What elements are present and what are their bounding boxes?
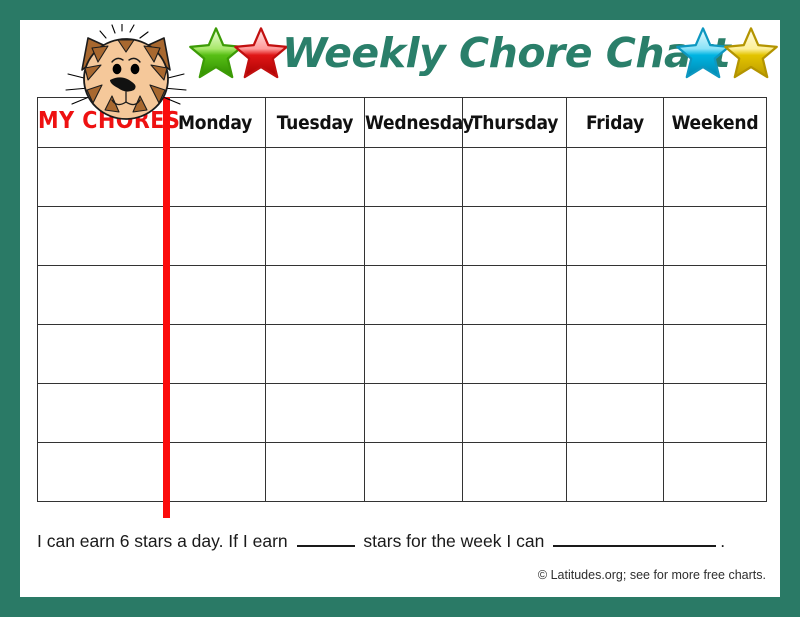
chore-day-cell[interactable] [663,383,767,443]
chore-day-cell[interactable] [364,265,463,325]
chart-sheet: Weekly Chore Chart MY CHORES Monday Tues… [20,20,780,597]
chore-name-cell[interactable] [37,383,165,443]
chore-day-cell[interactable] [164,442,266,502]
table-row [37,206,767,266]
chore-name-cell[interactable] [37,147,165,207]
chore-day-cell[interactable] [364,206,463,266]
chore-name-cell[interactable] [37,265,165,325]
chore-day-cell[interactable] [462,324,567,384]
chore-day-cell[interactable] [566,324,664,384]
chore-day-cell[interactable] [566,265,664,325]
stars-count-blank[interactable] [296,530,355,547]
column-header-tuesday: Tuesday [265,97,365,148]
chore-day-cell[interactable] [663,206,767,266]
chore-table-body [37,147,767,502]
chore-day-cell[interactable] [265,324,365,384]
chore-day-cell[interactable] [462,147,567,207]
star-red-icon [234,27,288,79]
table-row [37,147,767,207]
chore-day-cell[interactable] [164,147,266,207]
chore-name-cell[interactable] [37,442,165,502]
sentence-part-3: . [720,531,726,551]
reward-blank[interactable] [553,530,717,547]
chore-day-cell[interactable] [566,442,664,502]
chore-day-cell[interactable] [364,324,463,384]
chore-day-cell[interactable] [462,206,567,266]
chore-day-cell[interactable] [566,147,664,207]
table-row [37,442,767,502]
page-title: Weekly Chore Chart [282,29,731,77]
chore-day-cell[interactable] [663,324,767,384]
chore-chart-page: Weekly Chore Chart MY CHORES Monday Tues… [0,0,800,617]
column-header-weekend: Weekend [663,97,767,148]
chore-day-cell[interactable] [462,442,567,502]
column-header-thursday: Thursday [462,97,567,148]
sentence-part-1: I can earn 6 stars a day. If I earn [37,531,288,551]
chore-day-cell[interactable] [265,442,365,502]
chore-day-cell[interactable] [566,383,664,443]
chore-day-cell[interactable] [663,265,767,325]
chores-column-divider [163,97,170,518]
chore-name-cell[interactable] [37,324,165,384]
chore-day-cell[interactable] [265,147,365,207]
credit-text: © Latitudes.org; see for more free chart… [537,568,766,582]
chore-day-cell[interactable] [663,147,767,207]
chore-day-cell[interactable] [364,442,463,502]
table-row [37,265,767,325]
star-yellow-icon [724,27,778,79]
chore-name-cell[interactable] [37,206,165,266]
chore-day-cell[interactable] [462,383,567,443]
chore-day-cell[interactable] [164,324,266,384]
chore-table: MY CHORES Monday Tuesday Wednesday Thurs… [37,97,767,502]
column-header-friday: Friday [566,97,664,148]
column-header-wednesday: Wednesday [364,97,474,148]
sentence-part-2: stars for the week I can [363,531,545,551]
chore-day-cell[interactable] [265,383,365,443]
chore-day-cell[interactable] [566,206,664,266]
table-row [37,324,767,384]
chore-day-cell[interactable] [663,442,767,502]
chore-day-cell[interactable] [164,383,266,443]
cat-face-icon [65,24,187,120]
earn-stars-sentence: I can earn 6 stars a day. If I earn star… [37,530,766,552]
table-row [37,383,767,443]
chore-day-cell[interactable] [164,206,266,266]
chore-day-cell[interactable] [364,383,463,443]
chore-day-cell[interactable] [364,147,463,207]
chore-day-cell[interactable] [265,265,365,325]
chore-day-cell[interactable] [462,265,567,325]
chore-day-cell[interactable] [265,206,365,266]
chore-day-cell[interactable] [164,265,266,325]
